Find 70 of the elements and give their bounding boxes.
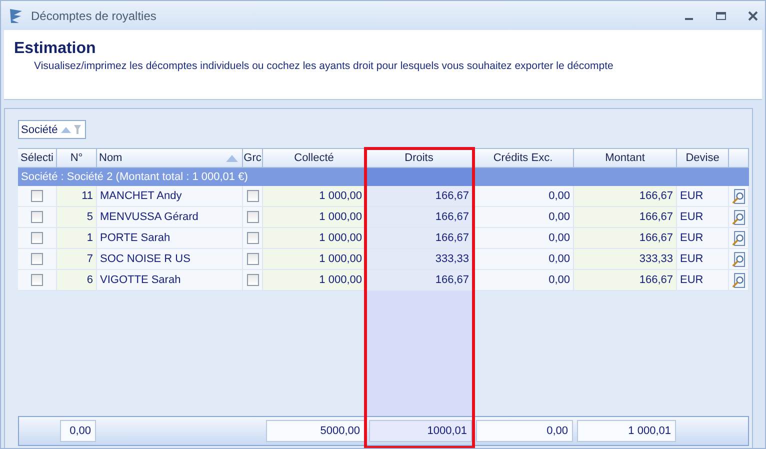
filter-icon[interactable] xyxy=(74,125,81,134)
page-title: Estimation xyxy=(14,40,97,58)
table-cell: MENVUSSA Gérard xyxy=(97,207,243,228)
table-cell: 0,00 xyxy=(473,270,574,291)
checkbox[interactable] xyxy=(246,253,258,265)
sort-up-icon xyxy=(60,126,71,132)
preview-icon[interactable] xyxy=(732,208,745,226)
column-header[interactable]: Collecté xyxy=(263,148,366,168)
table-cell: 0,00 xyxy=(473,186,574,207)
checkbox[interactable] xyxy=(31,253,43,265)
chip-label: Société xyxy=(21,124,58,136)
checkbox[interactable] xyxy=(31,211,43,223)
table-cell: 11 xyxy=(57,186,97,207)
table-cell: EUR xyxy=(677,186,729,207)
table-cell: 166,67 xyxy=(574,207,677,228)
column-header[interactable]: Crédits Exc. xyxy=(473,148,574,168)
preview-icon[interactable] xyxy=(732,272,745,288)
table-cell: 166,67 xyxy=(574,270,677,291)
table-cell: 5 xyxy=(57,207,97,228)
checkbox[interactable] xyxy=(246,274,258,286)
page-subtitle: Visualisez/imprimez les décomptes individuels ou cochez les ayants droit pour lesquels vous souhaitez exporter le décompte xyxy=(34,60,614,72)
table-cell: PORTE Sarah xyxy=(97,228,243,249)
checkbox[interactable] xyxy=(31,190,43,202)
table-cell: 0,00 xyxy=(473,228,574,249)
total-cell: 5000,00 xyxy=(266,420,365,442)
table-cell: 0,00 xyxy=(473,207,574,228)
table-cell: EUR xyxy=(677,207,729,228)
table-cell: SOC NOISE R US xyxy=(97,249,243,270)
group-label: Société : Société 2 (Montant total : 1 000,01 €) xyxy=(21,171,248,183)
table-cell: 333,33 xyxy=(574,249,677,270)
column-header[interactable]: Grc xyxy=(243,148,263,168)
total-cell: 0,00 xyxy=(476,420,573,442)
total-cell: 0,00 xyxy=(60,420,96,442)
table-cell: 166,67 xyxy=(574,228,677,249)
table-cell: EUR xyxy=(677,228,729,249)
table-cell: 1 000,00 xyxy=(263,270,366,291)
column-header[interactable]: N° xyxy=(57,148,97,168)
table-cell: VIGOTTE Sarah xyxy=(97,270,243,291)
table-cell: MANCHET Andy xyxy=(97,186,243,207)
table-cell: 1 000,00 xyxy=(263,207,366,228)
table-cell: EUR xyxy=(677,270,729,291)
table-cell: 6 xyxy=(57,270,97,291)
total-cell: 1000,01 xyxy=(369,420,472,442)
total-cell: 1 000,01 xyxy=(577,420,676,442)
table-cell: 0,00 xyxy=(473,249,574,270)
column-header[interactable]: Devise xyxy=(677,148,729,168)
checkbox[interactable] xyxy=(246,232,258,244)
group-chip[interactable]: Société xyxy=(18,120,86,139)
checkbox[interactable] xyxy=(246,190,258,202)
preview-icon[interactable] xyxy=(732,188,745,204)
table-cell: 1 xyxy=(57,228,97,249)
checkbox[interactable] xyxy=(31,274,43,286)
column-header xyxy=(729,148,749,168)
checkbox[interactable] xyxy=(31,232,43,244)
column-header[interactable]: Nom xyxy=(97,148,243,168)
checkbox[interactable] xyxy=(246,211,258,223)
table-cell: 1 000,00 xyxy=(263,249,366,270)
table-cell: 166,67 xyxy=(574,186,677,207)
close-icon[interactable] xyxy=(747,10,759,22)
table-cell: EUR xyxy=(677,249,729,270)
preview-icon[interactable] xyxy=(732,250,745,268)
preview-icon[interactable] xyxy=(732,230,745,246)
column-header[interactable]: Montant xyxy=(574,148,677,168)
table-cell: 7 xyxy=(57,249,97,270)
sort-up-icon xyxy=(226,154,238,162)
maximize-icon[interactable] xyxy=(715,10,727,22)
table-cell: 1 000,00 xyxy=(263,186,366,207)
table-cell: 1 000,00 xyxy=(263,228,366,249)
window-title: Décomptes de royalties xyxy=(31,8,158,22)
column-header[interactable]: Sélecti xyxy=(18,148,57,168)
